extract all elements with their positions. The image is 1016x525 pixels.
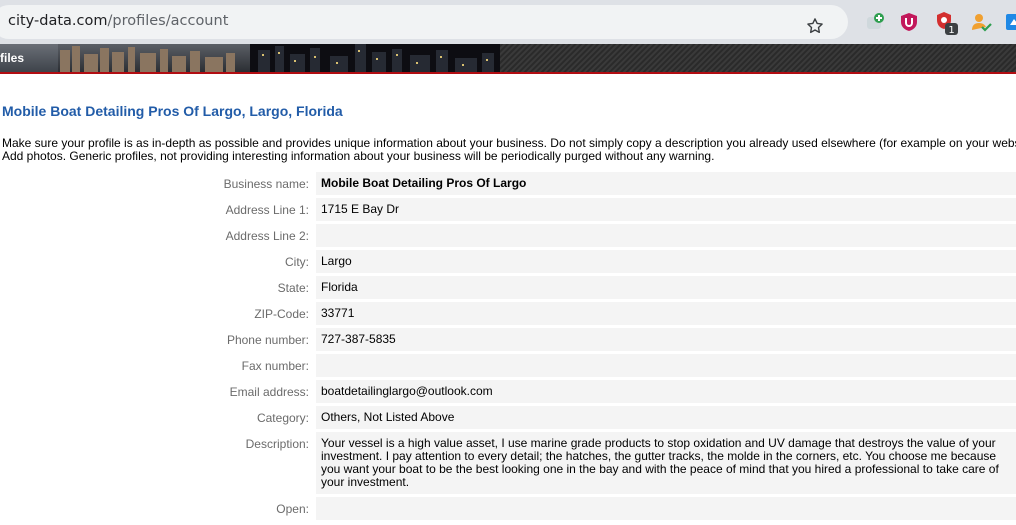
extension-plus-icon[interactable] <box>864 11 886 33</box>
blue-square-icon[interactable] <box>1004 11 1016 33</box>
url-domain: city-data.com <box>8 13 108 29</box>
browser-toolbar: city-data.com/profiles/account 1 <box>0 0 1016 44</box>
page-title: Mobile Boat Detailing Pros Of Largo, Lar… <box>2 103 343 119</box>
field-label: ZIP-Code: <box>254 307 309 321</box>
address-line-2-value[interactable] <box>316 224 1016 248</box>
extension-badge-count: 1 <box>948 25 954 36</box>
url-path: /profiles/account <box>107 13 229 29</box>
city-skyline-image <box>0 44 1016 72</box>
field-row-category: Category: Others, Not Listed Above <box>0 404 1016 430</box>
phone-number-value[interactable]: 727-387-5835 <box>316 328 1016 352</box>
state-value[interactable]: Florida <box>316 276 1016 300</box>
field-row-address-line-1: Address Line 1: 1715 E Bay Dr <box>0 196 1016 222</box>
email-address-value[interactable]: boatdetailinglargo@outlook.com <box>316 380 1016 404</box>
field-row-state: State: Florida <box>0 274 1016 300</box>
city-value[interactable]: Largo <box>316 250 1016 274</box>
field-row-address-line-2: Address Line 2: <box>0 222 1016 248</box>
field-label: Fax number: <box>241 359 309 373</box>
field-label: Email address: <box>229 385 309 399</box>
field-row-open: Open: <box>0 495 1016 521</box>
intro-text: Make sure your profile is as in-depth as… <box>2 137 1016 163</box>
intro-line-2: Add photos. Generic profiles, not provid… <box>2 149 715 163</box>
field-row-city: City: Largo <box>0 248 1016 274</box>
star-icon[interactable] <box>805 16 825 36</box>
field-row-phone-number: Phone number: 727-387-5835 <box>0 326 1016 352</box>
field-row-zip-code: ZIP-Code: 33771 <box>0 300 1016 326</box>
banner-section-label: files <box>0 51 25 65</box>
banner-section-tab[interactable]: files <box>0 44 58 72</box>
field-row-fax-number: Fax number: <box>0 352 1016 378</box>
open-value[interactable] <box>316 497 1016 521</box>
field-label: Description: <box>245 437 309 451</box>
field-label: Category: <box>256 411 309 425</box>
field-row-email-address: Email address: boatdetailinglargo@outloo… <box>0 378 1016 404</box>
address-bar[interactable]: city-data.com/profiles/account <box>0 5 848 39</box>
shield-badge-icon[interactable]: 1 <box>934 10 960 36</box>
site-banner: files <box>0 44 1016 74</box>
field-label: Address Line 2: <box>225 229 309 243</box>
field-row-description: Description: Your vessel is a high value… <box>0 430 1016 495</box>
url-text[interactable]: city-data.com/profiles/account <box>8 13 228 29</box>
field-label: Address Line 1: <box>225 203 309 217</box>
field-row-business-name: Business name: Mobile Boat Detailing Pro… <box>0 170 1016 196</box>
field-label: Open: <box>276 502 309 516</box>
field-label: City: <box>285 255 309 269</box>
address-line-1-value[interactable]: 1715 E Bay Dr <box>316 198 1016 222</box>
person-check-icon[interactable] <box>970 11 992 33</box>
fax-number-value[interactable] <box>316 354 1016 378</box>
description-value[interactable]: Your vessel is a high value asset, I use… <box>316 432 1016 495</box>
field-label: Phone number: <box>226 333 309 347</box>
field-label: Business name: <box>223 177 309 191</box>
field-label: State: <box>277 281 309 295</box>
category-value[interactable]: Others, Not Listed Above <box>316 406 1016 430</box>
business-name-value[interactable]: Mobile Boat Detailing Pros Of Largo <box>316 172 1016 196</box>
zip-code-value[interactable]: 33771 <box>316 302 1016 326</box>
ublock-icon[interactable] <box>898 11 920 33</box>
